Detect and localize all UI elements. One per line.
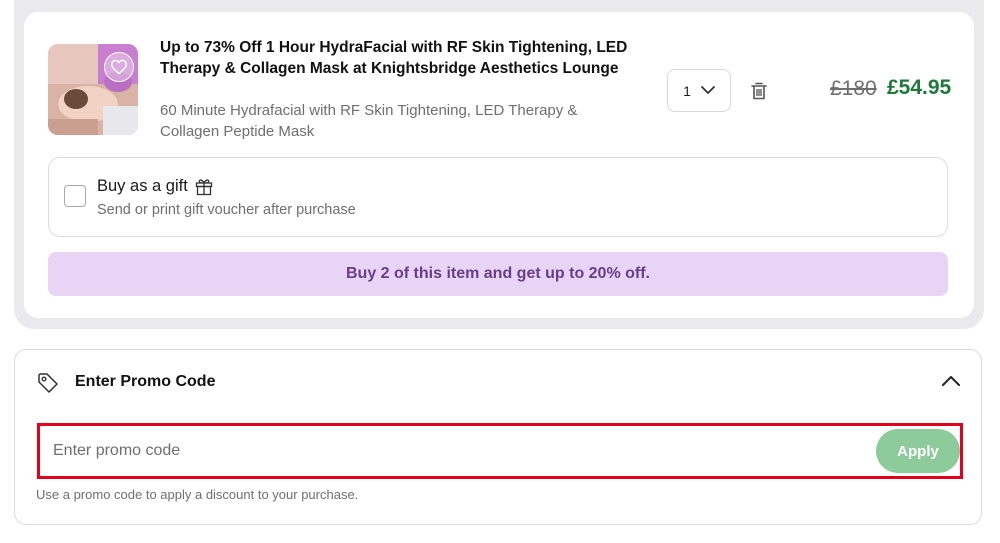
promo-code-section: Enter Promo Code Apply Use a promo code … (14, 349, 982, 525)
original-price: £180 (830, 77, 877, 100)
gift-icon (195, 179, 212, 196)
gift-label-row[interactable]: Buy as a gift (97, 176, 214, 196)
promo-code-help: Use a promo code to apply a discount to … (36, 487, 359, 502)
sale-price: £54.95 (887, 76, 952, 99)
multi-buy-banner: Buy 2 of this item and get up to 20% off… (48, 252, 948, 296)
gift-description: Send or print gift voucher after purchas… (97, 202, 356, 218)
basket-item-card-outer: Up to 73% Off 1 Hour HydraFacial with RF… (14, 0, 984, 329)
quantity-select[interactable]: 1 (667, 69, 731, 112)
promo-code-title[interactable]: Enter Promo Code (75, 373, 215, 391)
tag-icon (38, 373, 58, 393)
quantity-value: 1 (683, 82, 691, 99)
product-image[interactable] (48, 44, 138, 135)
apply-button[interactable]: Apply (876, 429, 960, 473)
chevron-down-icon (700, 86, 715, 94)
gift-checkbox[interactable] (64, 185, 86, 207)
trash-icon[interactable] (750, 81, 768, 101)
basket-item-card: Up to 73% Off 1 Hour HydraFacial with RF… (24, 12, 974, 318)
gift-option[interactable]: Buy as a gift Send or print gift voucher… (48, 157, 948, 237)
product-option: 60 Minute Hydrafacial with RF Skin Tight… (160, 102, 578, 140)
favourite-button[interactable] (104, 52, 134, 82)
promo-code-field-highlight: Apply (37, 423, 963, 479)
heart-icon (110, 59, 127, 75)
promo-code-input[interactable] (40, 426, 860, 476)
product-title[interactable]: Up to 73% Off 1 Hour HydraFacial with RF… (160, 38, 660, 79)
chevron-up-icon[interactable] (941, 374, 961, 388)
gift-label: Buy as a gift (97, 176, 188, 195)
